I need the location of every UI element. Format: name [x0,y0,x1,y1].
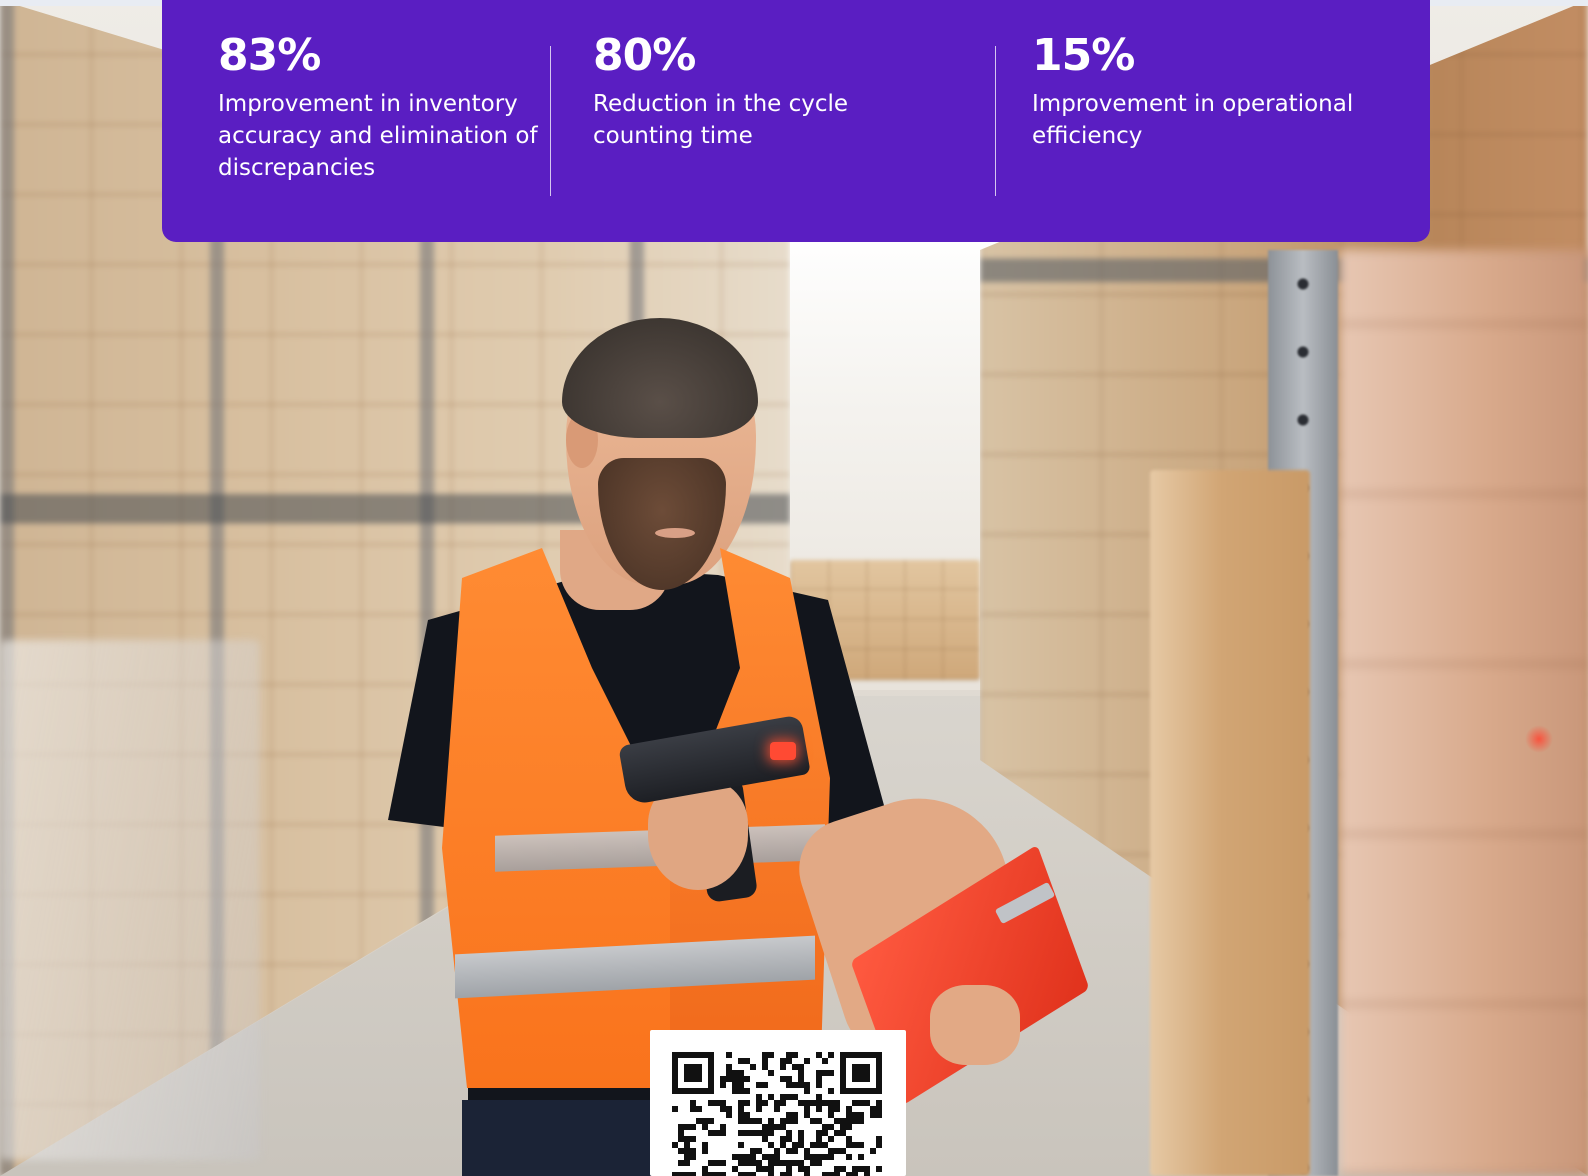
stat-description: Improvement in operational efficiency [1032,91,1354,149]
stat-description: Reduction in the cycle counting time [593,91,849,149]
qr-code-card[interactable] [650,1030,906,1176]
scanner-light [770,742,796,760]
stat-divider [550,46,551,196]
stat-cycle-counting: 80% Reduction in the cycle counting time [593,30,953,152]
stat-operational-efficiency: 15% Improvement in operational efficienc… [1032,30,1392,152]
stats-banner: 83% Improvement in inventory accuracy an… [162,0,1430,242]
qr-code-icon [672,1052,882,1176]
stat-value: 80% [593,30,696,81]
worker-hand-clipboard [930,985,1020,1065]
worker-hair [562,318,758,438]
stat-value: 15% [1032,30,1135,81]
stat-value: 83% [218,30,321,81]
stat-divider [995,46,996,196]
page: 83% Improvement in inventory accuracy an… [0,0,1588,1176]
stat-description: Improvement in inventory accuracy and el… [218,91,538,181]
stat-inventory-accuracy: 83% Improvement in inventory accuracy an… [218,30,542,184]
worker-mouth [655,528,695,538]
